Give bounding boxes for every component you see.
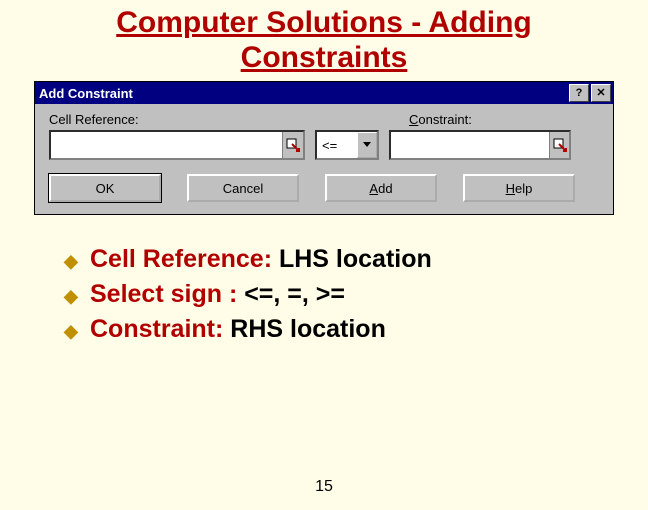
diamond-icon: ◆ xyxy=(64,286,82,307)
diamond-icon: ◆ xyxy=(64,251,82,272)
help-icon[interactable]: ? xyxy=(569,84,589,102)
bullet-list: ◆ Cell Reference: LHS location ◆ Select … xyxy=(64,245,604,344)
constraint-label: Constraint: xyxy=(409,112,472,127)
add-button[interactable]: Add xyxy=(325,174,437,202)
add-constraint-dialog: Add Constraint ? ✕ Cell Reference: Const… xyxy=(34,81,614,215)
constraint-input[interactable] xyxy=(389,130,571,160)
page-number: 15 xyxy=(0,478,648,496)
cell-reference-input[interactable] xyxy=(49,130,305,160)
cancel-button[interactable]: Cancel xyxy=(187,174,299,202)
ok-button[interactable]: OK xyxy=(49,174,161,202)
list-item: ◆ Select sign : <=, =, >= xyxy=(64,280,604,309)
slide-title: Computer Solutions - Adding Constraints xyxy=(0,6,648,75)
range-picker-icon[interactable] xyxy=(549,132,569,158)
diamond-icon: ◆ xyxy=(64,321,82,342)
cell-reference-label: Cell Reference: xyxy=(49,112,339,127)
help-button[interactable]: Help xyxy=(463,174,575,202)
range-picker-icon[interactable] xyxy=(282,132,303,158)
close-icon[interactable]: ✕ xyxy=(591,84,611,102)
dialog-title: Add Constraint xyxy=(39,86,569,101)
list-item: ◆ Constraint: RHS location xyxy=(64,315,604,344)
list-item: ◆ Cell Reference: LHS location xyxy=(64,245,604,274)
dialog-titlebar: Add Constraint ? ✕ xyxy=(35,82,613,104)
chevron-down-icon[interactable] xyxy=(357,132,377,158)
operator-select[interactable]: <= xyxy=(315,130,379,160)
